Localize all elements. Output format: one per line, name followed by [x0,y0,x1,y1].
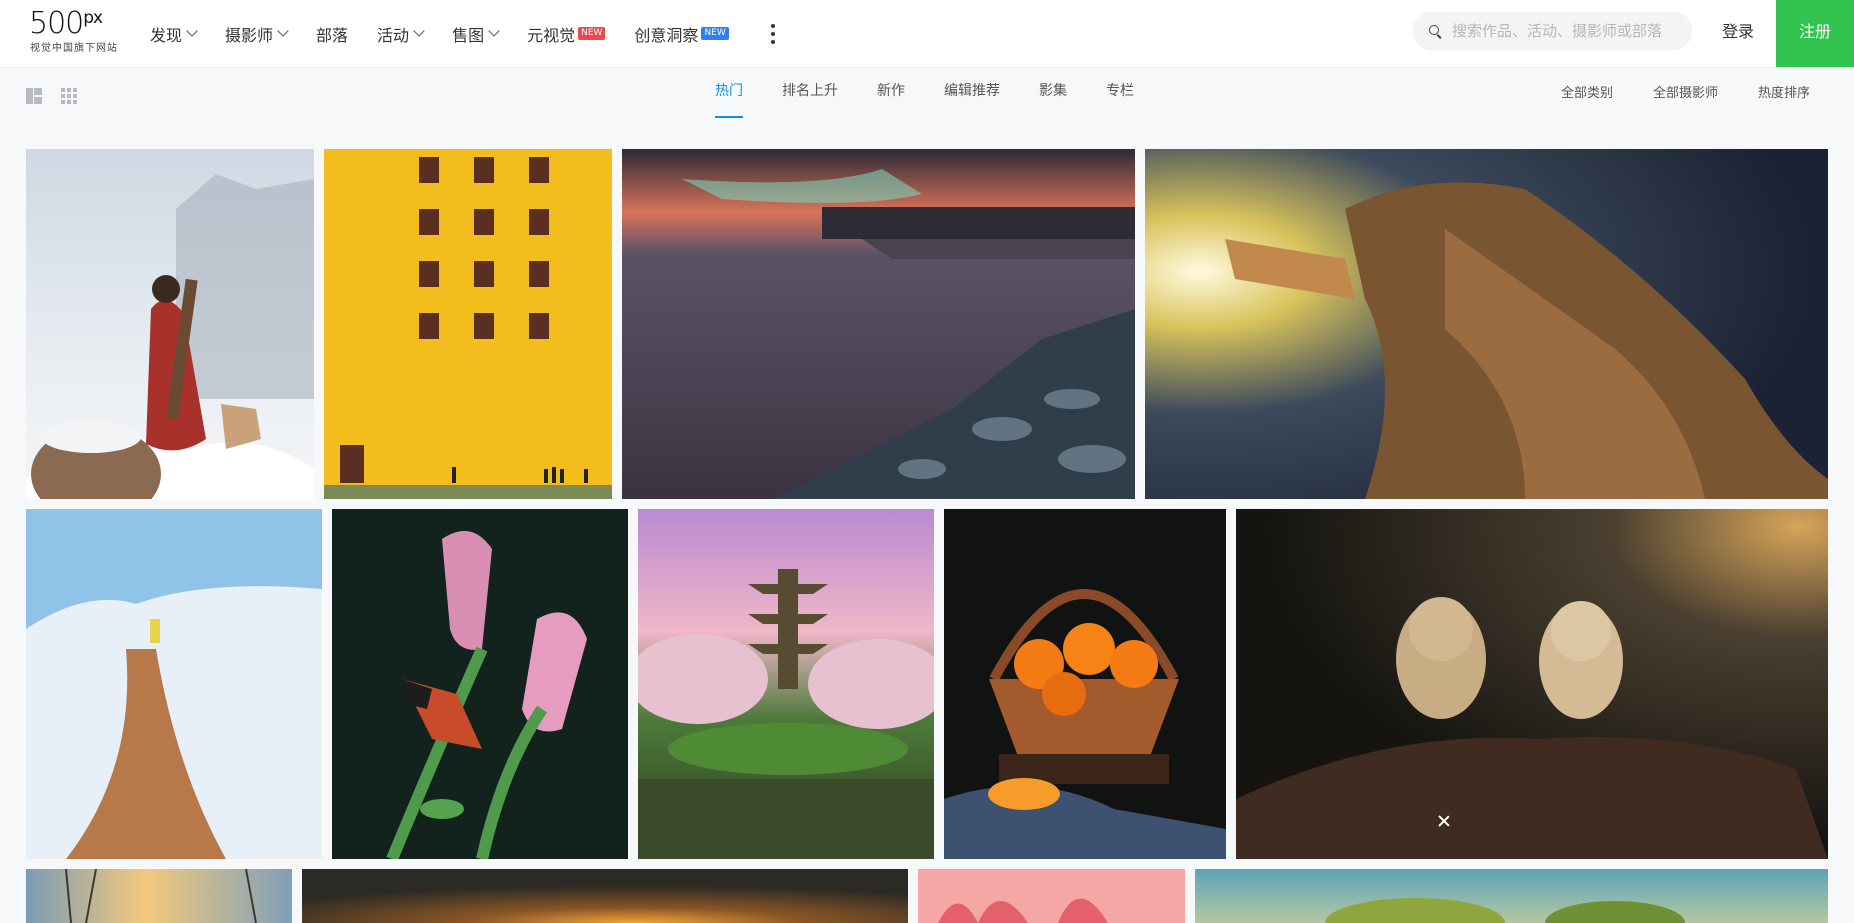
photo-card[interactable] [332,509,628,859]
filter-photographer[interactable]: 全部摄影师 [1653,82,1718,101]
photo-woman-snow [26,149,314,499]
nav-sell-images[interactable]: 售图 [452,0,500,67]
tab-albums[interactable]: 影集 [1039,68,1067,118]
nav-photographers[interactable]: 摄影师 [225,0,289,67]
masonry-layout-icon[interactable] [26,88,42,104]
photo-card[interactable] [622,149,1135,499]
photo-tree-landscape [1195,869,1828,923]
photo-card[interactable] [324,149,612,499]
photo-warm-glow [302,869,908,923]
photo-pink-dahlia [918,869,1185,923]
photo-golden-robe [1145,149,1828,499]
new-badge: NEW [701,27,729,40]
sub-navbar: 热门 排名上升 新作 编辑推荐 影集 专栏 全部类别 全部摄影师 热度排序 [0,68,1854,118]
logo-mark: 500px [29,6,103,41]
nav-events[interactable]: 活动 [377,0,425,67]
tab-new[interactable]: 新作 [877,68,905,118]
chevron-down-icon [186,25,198,37]
photo-card[interactable] [26,869,292,923]
login-link[interactable]: 登录 [1722,0,1754,64]
signup-button[interactable]: 注册 [1776,0,1854,67]
chevron-down-icon [488,25,500,37]
nav-discover[interactable]: 发现 [150,0,198,67]
photo-card[interactable] [26,149,314,499]
photo-card[interactable] [1145,149,1828,499]
photo-pagoda [638,509,934,859]
search-box[interactable] [1413,12,1692,50]
photo-card[interactable] [302,869,908,923]
top-navbar: 500px 视觉中国旗下网站 发现 摄影师 部落 活动 售图 元视觉 NEW 创… [0,0,1854,68]
photo-owls [1236,509,1828,859]
tab-popular[interactable]: 热门 [715,68,743,118]
filter-sort[interactable]: 热度排序 [1758,82,1810,101]
photo-orange-basket [944,509,1226,859]
tab-columns[interactable]: 专栏 [1106,68,1134,118]
photo-card[interactable] [918,869,1185,923]
tab-rising[interactable]: 排名上升 [782,68,838,118]
chevron-down-icon [413,25,425,37]
more-icon[interactable] [766,0,780,67]
grid-layout-icon[interactable] [61,88,77,104]
main-nav: 发现 摄影师 部落 活动 售图 元视觉 NEW 创意洞察 NEW [150,0,780,67]
nav-creative-insight[interactable]: 创意洞察 NEW [634,0,729,67]
logo[interactable]: 500px 视觉中国旗下网站 [29,8,125,56]
photo-card[interactable] [944,509,1226,859]
photo-white-path [26,509,322,859]
search-input[interactable] [1450,21,1684,41]
new-badge: NEW [578,27,606,40]
photo-card[interactable] [638,509,934,859]
photo-yellow-building [324,149,612,499]
chevron-down-icon [277,25,289,37]
photo-card[interactable] [1236,509,1828,859]
content-tabs: 热门 排名上升 新作 编辑推荐 影集 专栏 [715,68,1173,118]
tab-editors-choice[interactable]: 编辑推荐 [944,68,1000,118]
photo-sunset-willow [26,869,292,923]
photo-card[interactable] [26,509,322,859]
search-icon [1429,25,1441,37]
close-icon[interactable] [1434,812,1454,832]
nav-meta-vision[interactable]: 元视觉 NEW [527,0,606,67]
photo-card[interactable] [1195,869,1828,923]
logo-tagline: 视觉中国旗下网站 [30,43,118,54]
photo-butterfly-flower [332,509,628,859]
filter-category[interactable]: 全部类别 [1561,82,1613,101]
filters: 全部类别 全部摄影师 热度排序 [1521,82,1810,101]
photo-sunset-sea [622,149,1135,499]
nav-tribe[interactable]: 部落 [316,0,348,67]
